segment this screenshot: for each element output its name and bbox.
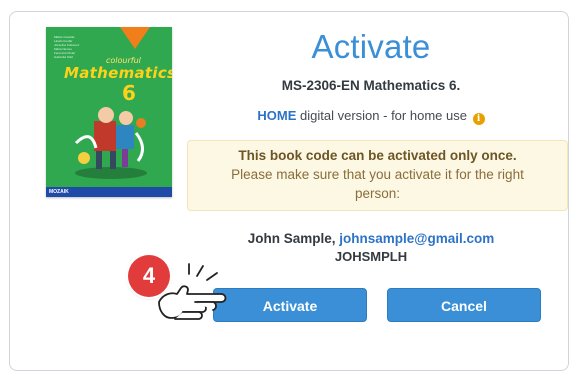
cover-illustration	[74, 107, 147, 179]
user-name: John Sample,	[247, 231, 340, 246]
cancel-button[interactable]: Cancel	[387, 288, 541, 322]
version-description: digital version - for home use	[296, 108, 471, 123]
hand-pointer-icon	[158, 263, 227, 320]
user-id: JOHSMPLH	[334, 249, 408, 264]
version-home-label: HOME	[257, 108, 297, 123]
activation-warning: This book code can be activated only onc…	[187, 140, 568, 211]
activate-button[interactable]: Activate	[213, 288, 367, 322]
cover-grade: 6	[122, 81, 136, 105]
user-email: johnsample@gmail.com	[339, 231, 495, 246]
cover-subject: Mathematics	[64, 64, 172, 82]
cover-publisher: MOZAIK	[46, 187, 172, 197]
cover-authors: Miklós Csordás Lászlo Konfár Józsefné Ko…	[54, 35, 80, 59]
user-info: John Sample, johnsample@gmail.com	[200, 231, 542, 246]
dialog-title: Activate	[311, 28, 431, 65]
product-code: MS-2306-EN Mathematics 6.	[281, 78, 461, 93]
version-line: HOME digital version - for home use i	[200, 108, 542, 125]
warning-text: Please make sure that you activate it fo…	[231, 167, 524, 201]
cover-corner-triangle	[120, 27, 150, 49]
book-cover-image: Miklós Csordás Lászlo Konfár Józsefné Ko…	[46, 27, 172, 197]
info-icon[interactable]: i	[472, 113, 485, 125]
warning-title: This book code can be activated only onc…	[238, 148, 517, 163]
